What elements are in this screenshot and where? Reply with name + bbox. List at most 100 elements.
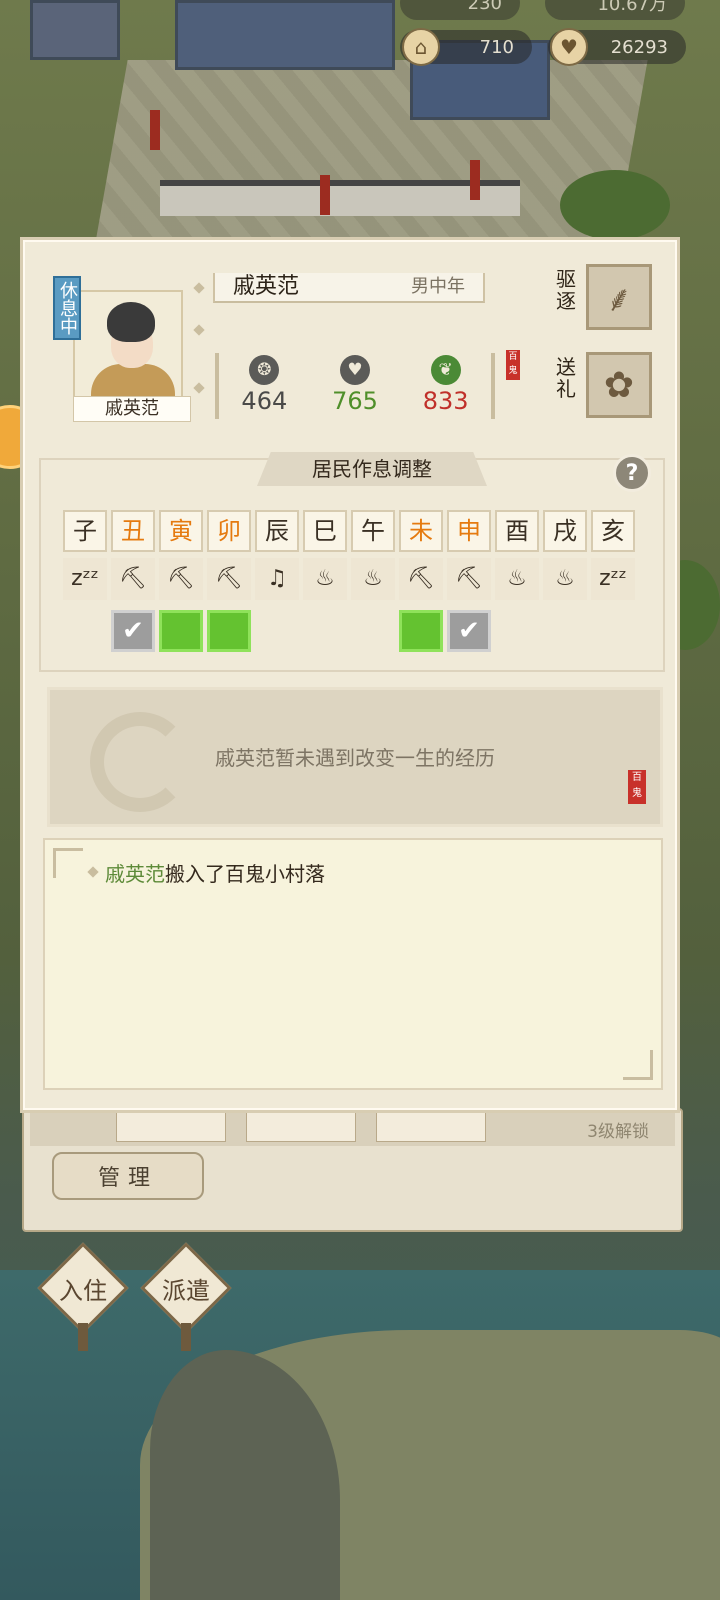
meal-bowl-icon[interactable]: ♨ <box>351 558 395 600</box>
schedule-title: 居民作息调整 <box>257 452 487 486</box>
resident-log: 戚英范搬入了百鬼小村落 <box>43 838 663 1090</box>
hour-cell: 卯 <box>207 510 251 552</box>
hour-cell: 未 <box>399 510 443 552</box>
pickaxe-icon[interactable]: ⛏ <box>399 558 443 600</box>
red-pillar <box>150 110 160 150</box>
stat-spirit-value: 464 <box>241 387 288 415</box>
schedule-slot <box>351 610 395 652</box>
courtyard-wall <box>160 180 520 216</box>
resource-value: 10.67万 <box>597 0 667 15</box>
gift-button[interactable]: 送礼 ✿ <box>556 352 656 424</box>
schedule-check-row: ✔ ✔ <box>63 610 635 652</box>
leaf-icon: ❦ <box>430 355 461 385</box>
gift-label: 送礼 <box>556 355 576 401</box>
tree <box>560 170 670 240</box>
resting-status-badge: 休息中 <box>53 276 81 340</box>
gender-age-label: 男中年 <box>411 276 465 297</box>
pickaxe-icon[interactable]: ⛏ <box>447 558 491 600</box>
pickaxe-icon[interactable]: ⛏ <box>111 558 155 600</box>
hour-cell: 寅 <box>159 510 203 552</box>
spirit-icon: ❂ <box>249 355 280 385</box>
resident-list-panel: 3级解锁 管理 <box>22 1108 683 1232</box>
schedule-slot[interactable] <box>399 610 443 652</box>
heart-value: 26293 <box>610 36 668 58</box>
building-left[interactable] <box>30 0 120 60</box>
help-icon[interactable]: ? <box>613 454 651 492</box>
heart-icon: ♥ <box>550 28 588 66</box>
log-entry: 戚英范搬入了百鬼小村落 <box>105 858 325 887</box>
pavilion-icon: ⌂ <box>402 28 440 66</box>
hour-row: 子丑寅卯辰巳午未申酉戌亥 <box>63 510 635 552</box>
resident-portrait[interactable] <box>116 1112 226 1142</box>
avatar <box>73 290 183 400</box>
ornament-dot <box>193 282 205 294</box>
meal-bowl-icon[interactable]: ♨ <box>495 558 539 600</box>
schedule-slot <box>63 610 107 652</box>
resource-counter-top-right: 10.67万 <box>545 0 685 20</box>
log-bullet <box>87 866 99 878</box>
schedule-slot <box>543 610 587 652</box>
sleep-icon[interactable]: zᶻᶻ <box>63 558 107 600</box>
resident-detail-dialog: 休息中 戚英范 戚英范 男中年 ❂ 464 ♥ 765 ❦ 833 百鬼 驱逐 … <box>20 237 680 1113</box>
stat-spirit: ❂ 464 <box>226 353 302 419</box>
resident-portrait-row: 3级解锁 <box>30 1112 675 1146</box>
schedule-slot <box>495 610 539 652</box>
hour-cell: 巳 <box>303 510 347 552</box>
gift-bag-icon: ✿ <box>586 352 652 418</box>
ornament-dot <box>193 324 205 336</box>
manage-button[interactable]: 管理 <box>52 1152 204 1200</box>
pickaxe-icon[interactable]: ⛏ <box>159 558 203 600</box>
avatar-name-label: 戚英范 <box>73 396 191 422</box>
expel-button[interactable]: 驱逐 ⸙ <box>556 264 656 336</box>
corner-ornament <box>623 1050 653 1080</box>
ornament-dot <box>193 382 205 394</box>
corner-ornament <box>53 848 83 878</box>
hour-cell: 酉 <box>495 510 539 552</box>
resident-stats: ❂ 464 ♥ 765 ❦ 833 <box>215 353 495 419</box>
life-event-card: 戚英范暂未遇到改变一生的经历 百鬼 <box>47 687 663 827</box>
resident-portrait[interactable] <box>376 1112 486 1142</box>
dispatch-button[interactable]: 派遣 <box>140 1242 232 1351</box>
stat-heart-value: 765 <box>332 387 378 415</box>
hour-cell: 申 <box>447 510 491 552</box>
activity-row: zᶻᶻ ⛏ ⛏ ⛏ ♫ ♨ ♨ ⛏ ⛏ ♨ ♨ zᶻᶻ <box>63 558 635 600</box>
meal-bowl-icon[interactable]: ♨ <box>303 558 347 600</box>
log-resident-name: 戚英范 <box>105 862 165 886</box>
check-icon[interactable]: ✔ <box>111 610 155 652</box>
seal-stamp: 百鬼 <box>506 350 520 380</box>
schedule-slot[interactable] <box>207 610 251 652</box>
red-pillar <box>470 160 480 200</box>
main-hall-building[interactable] <box>175 0 395 70</box>
schedule-slot <box>303 610 347 652</box>
pickaxe-icon[interactable]: ⛏ <box>207 558 251 600</box>
resident-portrait[interactable] <box>246 1112 356 1142</box>
heart-counter[interactable]: ♥ 26293 <box>548 28 686 66</box>
hour-cell: 午 <box>351 510 395 552</box>
hour-cell: 戌 <box>543 510 587 552</box>
check-icon[interactable]: ✔ <box>447 610 491 652</box>
dispatch-label: 派遣 <box>162 1276 210 1305</box>
schedule-slot <box>591 610 635 652</box>
move-in-button[interactable]: 入住 <box>37 1242 129 1351</box>
life-event-text: 戚英范暂未遇到改变一生的经历 <box>215 746 495 770</box>
stat-leaf: ❦ 833 <box>408 353 484 419</box>
tassel-decoration <box>181 1323 191 1351</box>
meal-bowl-icon[interactable]: ♨ <box>543 558 587 600</box>
building-value: 710 <box>479 36 514 58</box>
building-counter[interactable]: ⌂ 710 <box>400 28 532 66</box>
resident-name-plate: 戚英范 男中年 <box>213 273 485 303</box>
red-pillar <box>320 175 330 215</box>
hour-cell: 辰 <box>255 510 299 552</box>
hour-cell: 子 <box>63 510 107 552</box>
music-icon[interactable]: ♫ <box>255 558 299 600</box>
schedule-slot[interactable] <box>159 610 203 652</box>
schedule-slot <box>255 610 299 652</box>
resident-avatar-card[interactable]: 休息中 戚英范 <box>53 276 193 422</box>
log-entry-text: 搬入了百鬼小村落 <box>165 862 325 886</box>
move-in-label: 入住 <box>59 1276 107 1305</box>
resident-name: 戚英范 <box>233 274 300 299</box>
sleep-icon[interactable]: zᶻᶻ <box>591 558 635 600</box>
hour-cell: 亥 <box>591 510 635 552</box>
heart-icon: ♥ <box>339 355 370 385</box>
stat-heart: ♥ 765 <box>317 353 393 419</box>
